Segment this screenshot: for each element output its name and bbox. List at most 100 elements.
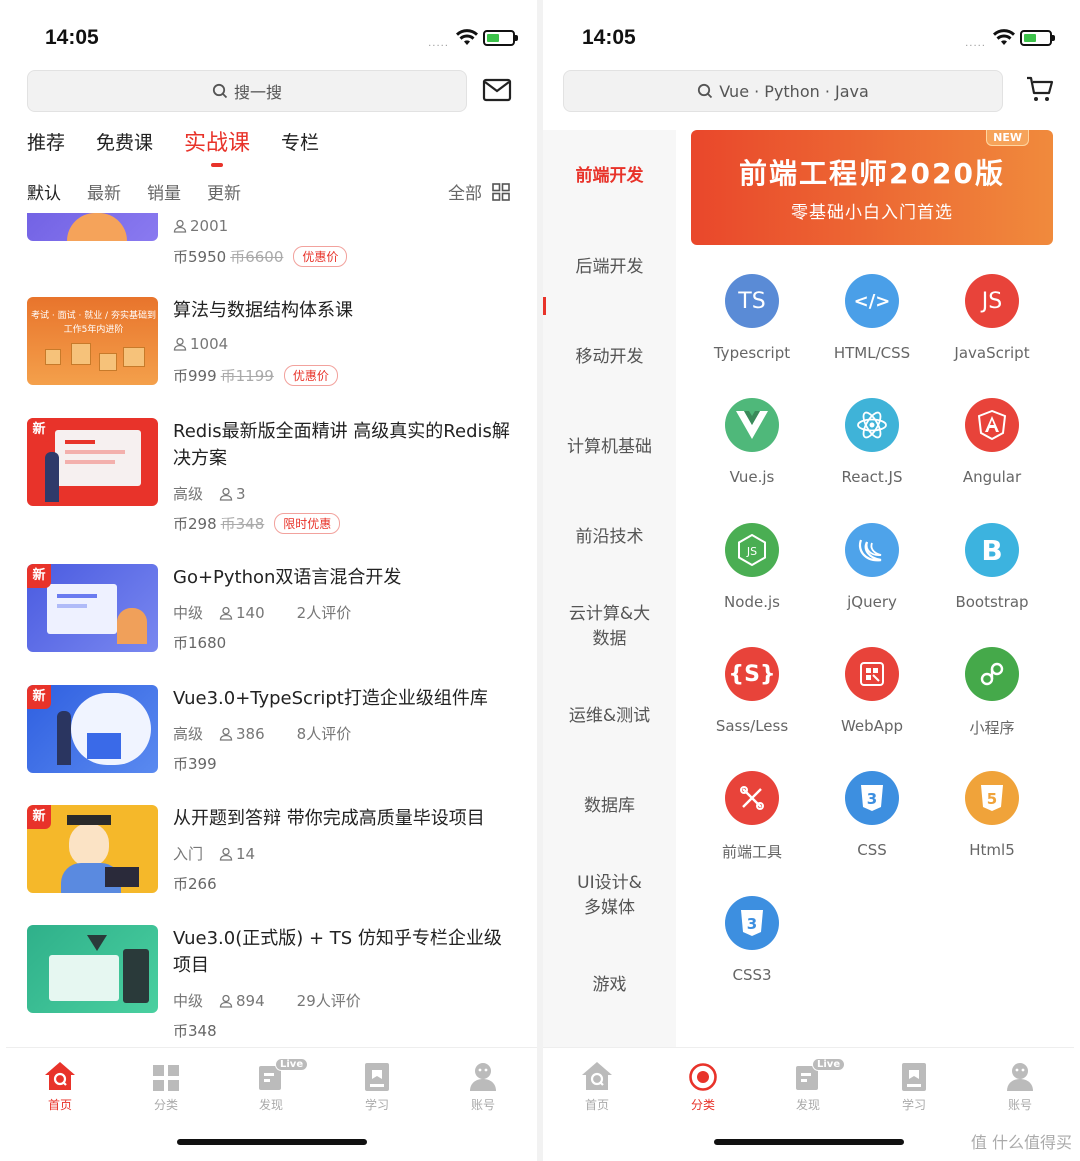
jquery-icon bbox=[845, 523, 899, 577]
course-thumbnail: 新 bbox=[27, 564, 158, 652]
price-original: 币6600 bbox=[230, 248, 284, 266]
course-price: 币999 币1199 优惠价 bbox=[173, 365, 338, 386]
course-level: 高级 bbox=[173, 485, 204, 503]
sort-updated[interactable]: 更新 bbox=[207, 179, 241, 204]
tab-recommend[interactable]: 推荐 bbox=[27, 128, 65, 157]
message-icon[interactable] bbox=[482, 76, 512, 104]
tab-discover[interactable]: Live 发现 bbox=[778, 1058, 846, 1113]
tab-column[interactable]: 专栏 bbox=[281, 128, 319, 157]
tab-free[interactable]: 免费课 bbox=[96, 128, 153, 157]
sidebar-item-database[interactable]: 数据库 bbox=[543, 794, 676, 819]
course-meta: 中级 140 2人评价 bbox=[173, 602, 367, 623]
study-icon bbox=[365, 1063, 389, 1091]
course-title: Go+Python双语言混合开发 bbox=[173, 567, 402, 588]
category-label: HTML/CSS bbox=[833, 344, 911, 362]
search-icon bbox=[212, 83, 228, 99]
sidebar-item-frontend[interactable]: 前端开发 bbox=[543, 164, 676, 189]
category-sass[interactable]: {S} Sass/Less bbox=[692, 647, 812, 735]
tab-home[interactable]: 首页 bbox=[30, 1058, 90, 1113]
category-label: 前端工具 bbox=[721, 843, 782, 861]
course-meta: 中级 894 29人评价 bbox=[173, 990, 377, 1011]
category-frontend-tools[interactable]: 前端工具 bbox=[692, 771, 812, 862]
search-input[interactable]: 搜一搜 bbox=[27, 70, 467, 112]
course-level: 入门 bbox=[173, 845, 204, 863]
status-bar: 14:05 ..... bbox=[0, 24, 537, 54]
price-current: 币999 bbox=[173, 367, 217, 385]
sidebar-item-mobile[interactable]: 移动开发 bbox=[543, 345, 676, 370]
tab-account[interactable]: 账号 bbox=[990, 1058, 1050, 1113]
search-input[interactable]: Vue · Python · Java bbox=[563, 70, 1003, 112]
user-icon bbox=[219, 487, 233, 501]
tab-discover[interactable]: Live 发现 bbox=[241, 1058, 309, 1113]
webapp-icon bbox=[845, 647, 899, 701]
course-thumbnail: 新 bbox=[27, 685, 158, 773]
sort-sales[interactable]: 销量 bbox=[147, 179, 181, 204]
sidebar-item-cloud[interactable]: 云计算&大数据 bbox=[543, 602, 676, 652]
course-price: 币298 币348 限时优惠 bbox=[173, 513, 341, 534]
category-react[interactable]: React.JS bbox=[812, 398, 932, 486]
sidebar-item-backend[interactable]: 后端开发 bbox=[543, 255, 676, 280]
category-bootstrap[interactable]: B Bootstrap bbox=[932, 523, 1052, 611]
sort-default[interactable]: 默认 bbox=[27, 179, 61, 204]
discount-badge: 优惠价 bbox=[283, 365, 338, 386]
tab-study[interactable]: 学习 bbox=[884, 1058, 944, 1113]
vue-icon bbox=[725, 398, 779, 452]
all-filter-button[interactable]: 全部 bbox=[448, 179, 510, 204]
price-current: 币298 bbox=[173, 515, 217, 533]
category-nodejs[interactable]: JS Node.js bbox=[692, 523, 812, 611]
banner-subtitle: 零基础小白入门首选 bbox=[791, 203, 953, 223]
promo-banner[interactable]: NEW 前端工程师2020版 零基础小白入门首选 bbox=[691, 130, 1053, 245]
price-current: 币5950 bbox=[173, 248, 227, 266]
sidebar-item-frontier[interactable]: 前沿技术 bbox=[543, 525, 676, 550]
user-icon bbox=[219, 847, 233, 861]
sort-newest[interactable]: 最新 bbox=[87, 179, 121, 204]
cart-icon[interactable] bbox=[1025, 74, 1055, 104]
course-thumbnail: 新 bbox=[27, 805, 158, 893]
tab-home[interactable]: 首页 bbox=[567, 1058, 627, 1113]
new-badge: NEW bbox=[986, 130, 1029, 146]
category-html-css[interactable]: </> HTML/CSS bbox=[812, 274, 932, 362]
home-icon bbox=[45, 1062, 75, 1090]
category-javascript[interactable]: JS JavaScript bbox=[932, 274, 1052, 362]
svg-text:JS: JS bbox=[746, 545, 757, 558]
signal-icon: ..... bbox=[965, 38, 986, 49]
category-css[interactable]: 3 CSS bbox=[812, 771, 932, 859]
category-angular[interactable]: Angular bbox=[932, 398, 1052, 486]
course-level: 中级 bbox=[173, 992, 204, 1010]
tab-study[interactable]: 学习 bbox=[347, 1058, 407, 1113]
course-title: Vue3.0+TypeScript打造企业级组件库 bbox=[173, 688, 488, 709]
tab-account-label: 账号 bbox=[470, 1098, 495, 1112]
tab-account[interactable]: 账号 bbox=[453, 1058, 513, 1113]
sidebar-item-game[interactable]: 游戏 bbox=[543, 973, 676, 998]
html-icon: </> bbox=[845, 274, 899, 328]
category-label: CSS bbox=[857, 841, 887, 859]
tab-study-label: 学习 bbox=[901, 1098, 926, 1112]
category-typescript[interactable]: TS Typescript bbox=[692, 274, 812, 362]
category-html5[interactable]: 5 Html5 bbox=[932, 771, 1052, 859]
new-tag: 新 bbox=[27, 418, 51, 442]
tab-category[interactable]: 分类 bbox=[136, 1058, 196, 1113]
category-miniprogram[interactable]: 小程序 bbox=[932, 647, 1052, 738]
tab-category-label: 分类 bbox=[153, 1098, 178, 1112]
category-vue[interactable]: Vue.js bbox=[692, 398, 812, 486]
active-indicator bbox=[543, 297, 546, 315]
student-count: 386 bbox=[236, 724, 265, 743]
category-label: 小程序 bbox=[969, 719, 1015, 737]
price-original: 币348 bbox=[220, 515, 265, 533]
status-time: 14:05 bbox=[45, 26, 99, 49]
category-jquery[interactable]: jQuery bbox=[812, 523, 932, 611]
sidebar-item-ops[interactable]: 运维&测试 bbox=[543, 704, 676, 729]
sidebar-item-ui[interactable]: UI设计&多媒体 bbox=[543, 871, 676, 921]
course-meta: 2001 bbox=[173, 217, 260, 235]
category-label: React.JS bbox=[841, 468, 903, 486]
category-webapp[interactable]: WebApp bbox=[812, 647, 932, 735]
angular-icon bbox=[965, 398, 1019, 452]
sidebar-item-cs-basics[interactable]: 计算机基础 bbox=[543, 435, 676, 460]
tools-icon bbox=[725, 771, 779, 825]
category-css3[interactable]: 3 CSS3 bbox=[692, 896, 812, 984]
user-icon bbox=[219, 606, 233, 620]
tab-practical[interactable]: 实战课 bbox=[184, 125, 250, 167]
category-label: Vue.js bbox=[729, 468, 775, 486]
tab-category[interactable]: 分类 bbox=[673, 1058, 733, 1113]
status-bar: 14:05 ..... bbox=[543, 24, 1080, 54]
